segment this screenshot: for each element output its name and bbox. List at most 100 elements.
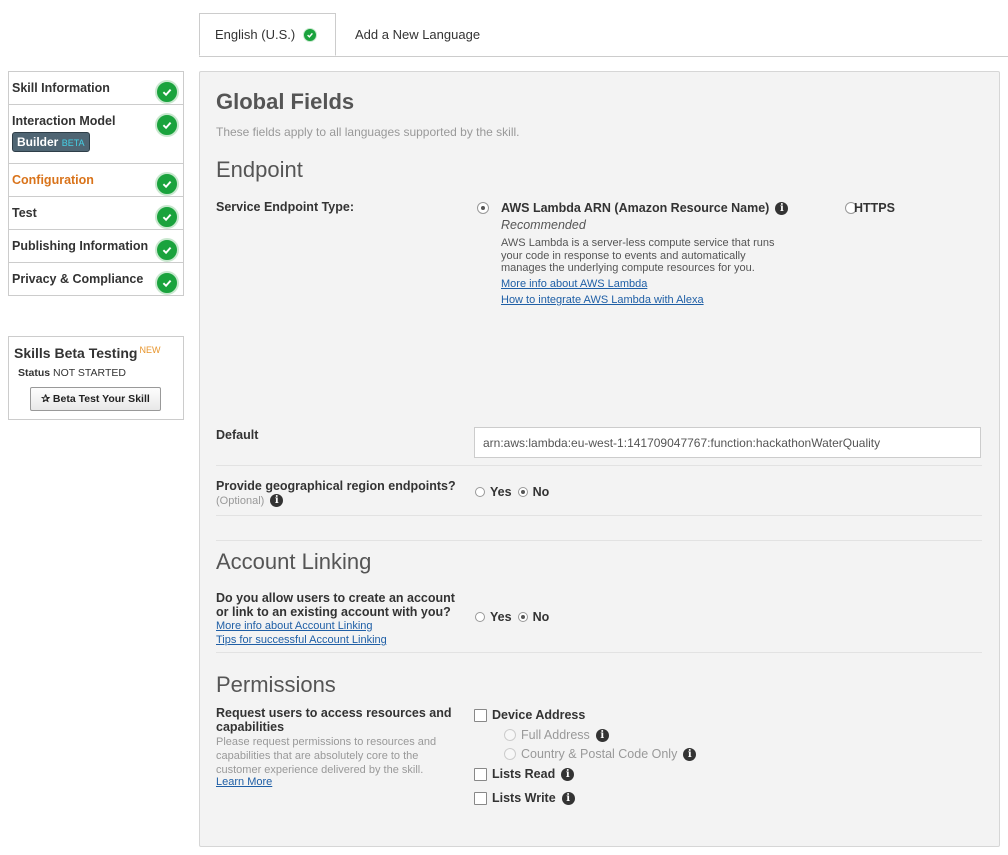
divider: [216, 652, 982, 653]
device-address-option[interactable]: Device Address: [474, 708, 585, 722]
country-postal-label: Country & Postal Code Only: [521, 747, 678, 761]
tab-english-us[interactable]: English (U.S.): [199, 13, 336, 56]
language-tabs: English (U.S.) Add a New Language: [199, 13, 1008, 57]
learn-more-link[interactable]: Learn More: [216, 776, 272, 788]
info-icon[interactable]: i: [683, 747, 697, 761]
yes-label: Yes: [490, 610, 512, 624]
geo-no-option[interactable]: No: [517, 485, 550, 499]
optional-hint: (Optional): [216, 494, 265, 507]
beta-test-your-skill-button[interactable]: ✰ Beta Test Your Skill: [30, 387, 161, 411]
country-postal-option: Country & Postal Code Only i: [504, 747, 697, 761]
endpoint-title: Endpoint: [216, 157, 303, 182]
sidebar-item-test[interactable]: Test: [9, 197, 183, 230]
beta-testing-title: Skills Beta Testing NEW: [14, 345, 160, 361]
check-icon: [155, 205, 179, 229]
permissions-title: Permissions: [216, 672, 336, 697]
request-permissions-label: Request users to access resources and ca…: [216, 706, 452, 734]
global-fields-title: Global Fields: [216, 89, 355, 114]
info-icon[interactable]: i: [561, 791, 575, 805]
full-address-radio[interactable]: [504, 729, 516, 741]
check-icon: [155, 80, 179, 104]
sidebar-item-label: Configuration: [12, 173, 94, 187]
https-option-label: HTTPS: [854, 201, 895, 215]
divider: [216, 515, 982, 516]
lists-write-option[interactable]: Lists Write i: [474, 791, 575, 805]
sidebar-item-interaction-model[interactable]: Interaction Model Builder BETA: [9, 105, 183, 164]
account-linking-yes-radio[interactable]: [475, 612, 485, 622]
sidebar-item-privacy-compliance[interactable]: Privacy & Compliance: [9, 263, 183, 295]
full-address-option: Full Address i: [504, 728, 609, 742]
geo-endpoints-label: Provide geographical region endpoints?: [216, 479, 456, 493]
no-label: No: [532, 610, 550, 624]
skill-steps-sidebar: Skill Information Interaction Model Buil…: [8, 71, 184, 296]
geo-yes-radio[interactable]: [475, 487, 485, 497]
lambda-option-label: AWS Lambda ARN (Amazon Resource Name): [501, 201, 770, 215]
builder-label: Builder: [17, 135, 59, 149]
lambda-radio[interactable]: [477, 201, 489, 214]
account-linking-title: Account Linking: [216, 549, 372, 574]
divider: [216, 540, 982, 541]
tab-add-language-label: Add a New Language: [355, 26, 481, 42]
request-permissions-description: Please request permissions to resources …: [216, 736, 437, 776]
account-linking-no-radio[interactable]: [517, 612, 528, 622]
info-icon[interactable]: i: [270, 494, 284, 507]
builder-beta-button[interactable]: Builder BETA: [12, 132, 90, 152]
device-address-label: Device Address: [492, 708, 586, 722]
divider: [216, 465, 982, 466]
sidebar-item-publishing-information[interactable]: Publishing Information: [9, 230, 183, 263]
account-linking-yes-option[interactable]: Yes: [475, 610, 512, 624]
sidebar-item-skill-information[interactable]: Skill Information: [9, 72, 183, 105]
check-icon: [155, 113, 179, 137]
geo-yes-option[interactable]: Yes: [475, 485, 512, 499]
info-icon[interactable]: i: [595, 728, 609, 742]
configuration-panel: Global Fields These fields apply to all …: [199, 71, 1000, 847]
beta-label: BETA: [61, 138, 85, 148]
beta-status: Status NOT STARTED: [18, 367, 126, 379]
geo-no-radio[interactable]: [517, 487, 528, 497]
default-label: Default: [216, 428, 259, 442]
sidebar-item-label: Privacy & Compliance: [12, 272, 144, 286]
tab-english-us-label: English (U.S.): [215, 27, 296, 42]
geo-radio-group: Yes No: [475, 485, 549, 499]
more-info-lambda-link[interactable]: More info about AWS Lambda: [501, 278, 647, 290]
lists-read-checkbox[interactable]: [474, 767, 487, 781]
sidebar-item-label: Skill Information: [12, 81, 110, 95]
full-address-label: Full Address: [521, 728, 590, 742]
account-linking-tips-link[interactable]: Tips for successful Account Linking: [216, 634, 387, 646]
beta-testing-title-text: Skills Beta Testing: [14, 345, 138, 361]
check-icon: [155, 271, 179, 295]
new-badge: NEW: [139, 345, 161, 355]
recommended-label: Recommended: [501, 218, 586, 232]
more-info-account-linking-link[interactable]: More info about Account Linking: [216, 620, 373, 632]
geo-optional: (Optional) i: [216, 494, 284, 507]
lambda-option: AWS Lambda ARN (Amazon Resource Name) i: [501, 201, 789, 215]
country-postal-radio[interactable]: [504, 748, 516, 760]
tab-add-language[interactable]: Add a New Language: [355, 13, 480, 55]
sidebar-item-configuration[interactable]: Configuration: [9, 164, 183, 197]
account-linking-no-option[interactable]: No: [517, 610, 550, 624]
global-fields-subtitle: These fields apply to all languages supp…: [216, 125, 520, 139]
check-icon: [155, 172, 179, 196]
sidebar-item-label: Publishing Information: [12, 239, 149, 253]
lists-write-checkbox[interactable]: [474, 791, 487, 805]
yes-label: Yes: [490, 485, 512, 499]
check-icon: [155, 238, 179, 262]
lambda-description: AWS Lambda is a server-less compute serv…: [501, 237, 775, 274]
info-icon[interactable]: i: [561, 767, 575, 781]
lists-write-label: Lists Write: [492, 791, 556, 805]
default-endpoint-input[interactable]: arn:aws:lambda:eu-west-1:141709047767:fu…: [474, 427, 981, 458]
sidebar-item-label: Test: [12, 206, 37, 220]
skills-beta-testing-box: Skills Beta Testing NEW Status NOT STARTE…: [8, 336, 184, 420]
account-linking-question: Do you allow users to create an account …: [216, 591, 455, 619]
status-label: Status: [18, 367, 51, 379]
info-icon[interactable]: i: [775, 201, 789, 215]
device-address-checkbox[interactable]: [474, 708, 487, 722]
service-endpoint-type-label: Service Endpoint Type:: [216, 200, 354, 214]
lists-read-label: Lists Read: [492, 767, 556, 781]
no-label: No: [532, 485, 550, 499]
lists-read-option[interactable]: Lists Read i: [474, 767, 575, 781]
integrate-lambda-alexa-link[interactable]: How to integrate AWS Lambda with Alexa: [501, 294, 704, 306]
status-value: NOT STARTED: [53, 367, 126, 379]
check-icon: [303, 27, 318, 42]
account-linking-radio-group: Yes No: [475, 610, 549, 624]
